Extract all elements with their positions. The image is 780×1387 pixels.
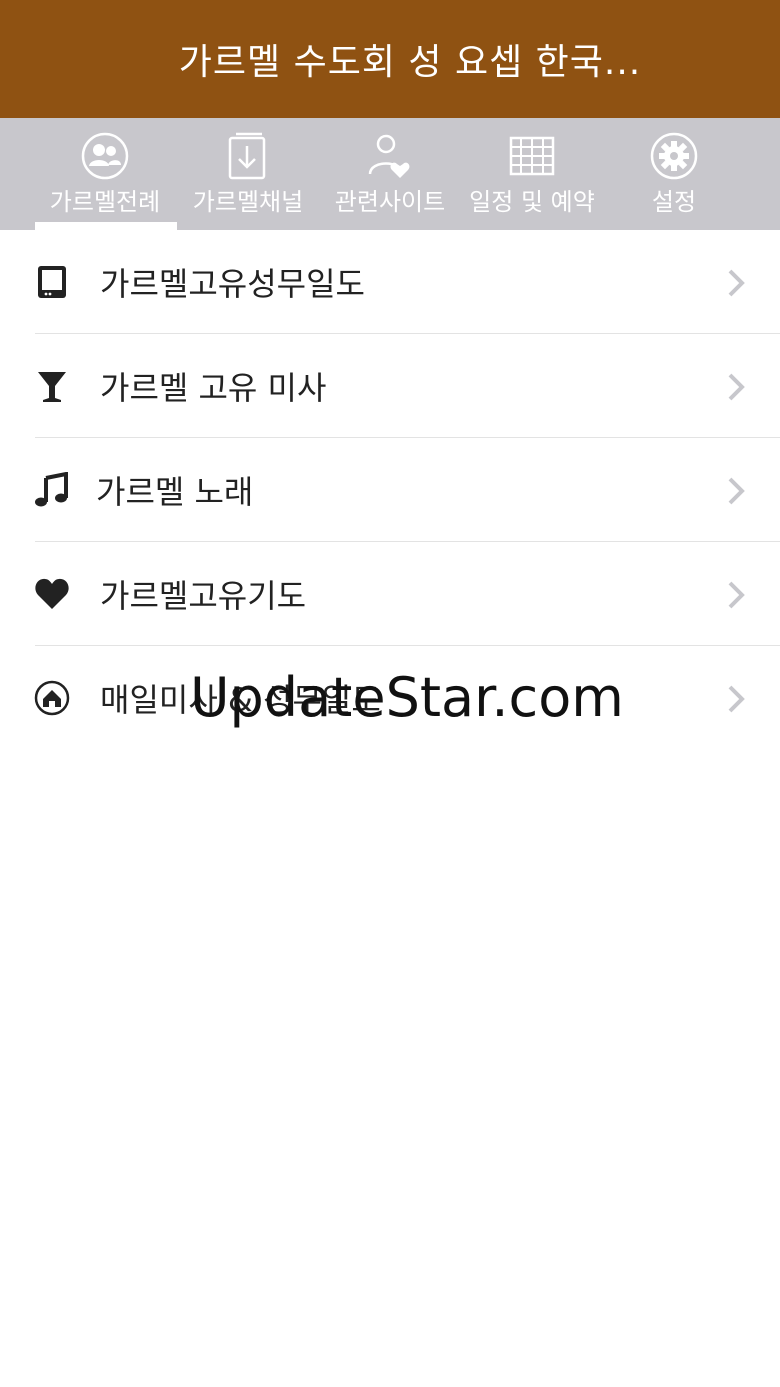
people-circle-icon <box>81 132 129 180</box>
tab-bar: 가르멜전례 가르멜채널 관련사이트 일정 및 예약 설정 <box>0 118 780 230</box>
tab-label: 일정 및 예약 <box>469 188 595 216</box>
tab-carmel-channel[interactable]: 가르멜채널 <box>174 118 322 230</box>
chalice-icon <box>32 362 72 410</box>
list-item-label: 매일미사 & 성무일도 <box>100 681 381 719</box>
tab-label: 관련사이트 <box>334 188 446 216</box>
chevron-right-icon <box>728 477 745 505</box>
chevron-right-icon <box>728 373 745 401</box>
tab-related-sites[interactable]: 관련사이트 <box>316 118 464 230</box>
chevron-right-icon <box>728 581 745 609</box>
list-item[interactable]: 가르멜고유성무일도 <box>0 230 780 334</box>
active-tab-indicator <box>35 222 177 230</box>
tab-schedule[interactable]: 일정 및 예약 <box>458 118 606 230</box>
tab-label: 가르멜채널 <box>192 188 304 216</box>
menu-list: 가르멜고유성무일도 가르멜 고유 미사 가르멜 노래 가르멜고유기도 매일미사 … <box>0 230 780 750</box>
list-item[interactable]: 가르멜 노래 <box>0 438 780 542</box>
list-item[interactable]: 매일미사 & 성무일도 <box>0 646 780 750</box>
tab-settings[interactable]: 설정 <box>600 118 748 230</box>
page-title: 가르멜 수도회 성 요셉 한국... <box>178 42 642 83</box>
calendar-grid-icon <box>509 132 555 180</box>
tab-carmel-liturgy[interactable]: 가르멜전례 <box>31 118 179 230</box>
chevron-right-icon <box>728 269 745 297</box>
list-item[interactable]: 가르멜 고유 미사 <box>0 334 780 438</box>
list-item[interactable]: 가르멜고유기도 <box>0 542 780 646</box>
list-item-label: 가르멜 노래 <box>96 473 254 511</box>
tab-label: 가르멜전례 <box>49 188 161 216</box>
chevron-right-icon <box>728 685 745 713</box>
app-header: 가르멜 수도회 성 요셉 한국... <box>0 0 780 118</box>
home-circle-icon <box>32 674 72 722</box>
download-icon <box>226 132 270 180</box>
tablet-icon <box>32 258 72 306</box>
list-item-label: 가르멜 고유 미사 <box>100 369 327 407</box>
music-note-icon <box>32 466 72 514</box>
gear-icon <box>650 132 698 180</box>
person-heart-icon <box>366 132 414 180</box>
heart-icon <box>32 570 72 618</box>
list-item-label: 가르멜고유기도 <box>100 577 307 615</box>
tab-label: 설정 <box>651 188 697 216</box>
list-item-label: 가르멜고유성무일도 <box>100 265 365 303</box>
